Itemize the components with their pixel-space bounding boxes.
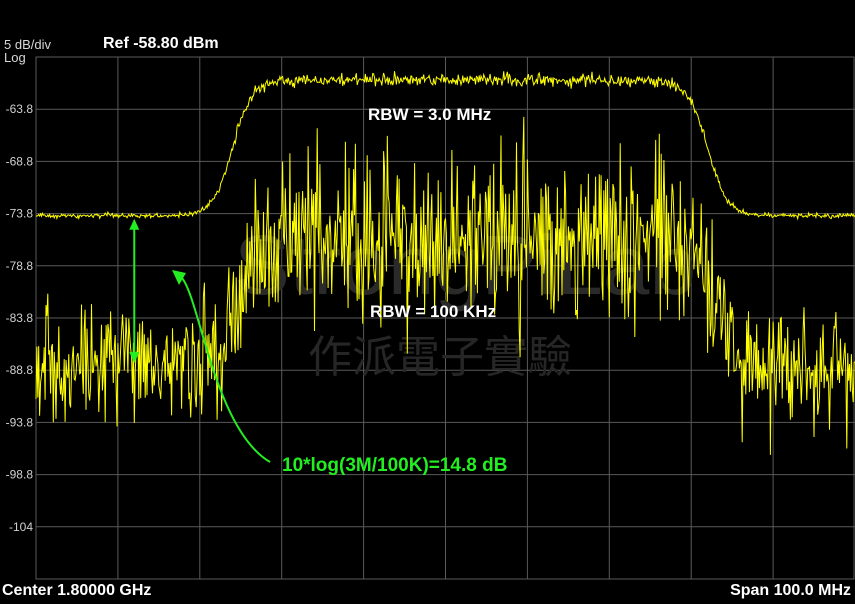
- y-tick-label: -98.8: [6, 468, 34, 482]
- y-axis-ticks: -63.8 -68.8 -73.8 -78.8 -83.8 -88.8 -93.8 -98.8…: [6, 102, 34, 534]
- y-tick-label: -78.8: [6, 259, 34, 273]
- y-tick-label: -63.8: [6, 102, 34, 116]
- spectrum-analyzer-screen: 5 dB/div Log Ref -58.80 dBm StrongPiLab …: [0, 0, 855, 604]
- frequency-span: Span 100.0 MHz: [730, 582, 851, 599]
- center-frequency: Center 1.80000 GHz: [2, 582, 152, 599]
- y-tick-label: -73.8: [6, 207, 34, 221]
- annotation-text: 10*log(3M/100K)=14.8 dB: [282, 455, 507, 476]
- y-tick-label: -83.8: [6, 311, 34, 325]
- trace-label: RBW = 100 KHz: [370, 302, 496, 321]
- arrow-head-up: [129, 218, 140, 230]
- y-tick-label: -104: [9, 520, 33, 534]
- y-tick-label: -68.8: [6, 154, 34, 168]
- y-tick-label: -88.8: [6, 363, 34, 377]
- watermark-subtitle: 作派電子實驗: [308, 332, 572, 383]
- trace-label: RBW = 3.0 MHz: [368, 105, 491, 124]
- y-tick-label: -93.8: [6, 415, 34, 429]
- spectrum-plot: StrongPiLab 作派電子實驗 -63.8-68.8-73.8-78.8-…: [6, 56, 855, 580]
